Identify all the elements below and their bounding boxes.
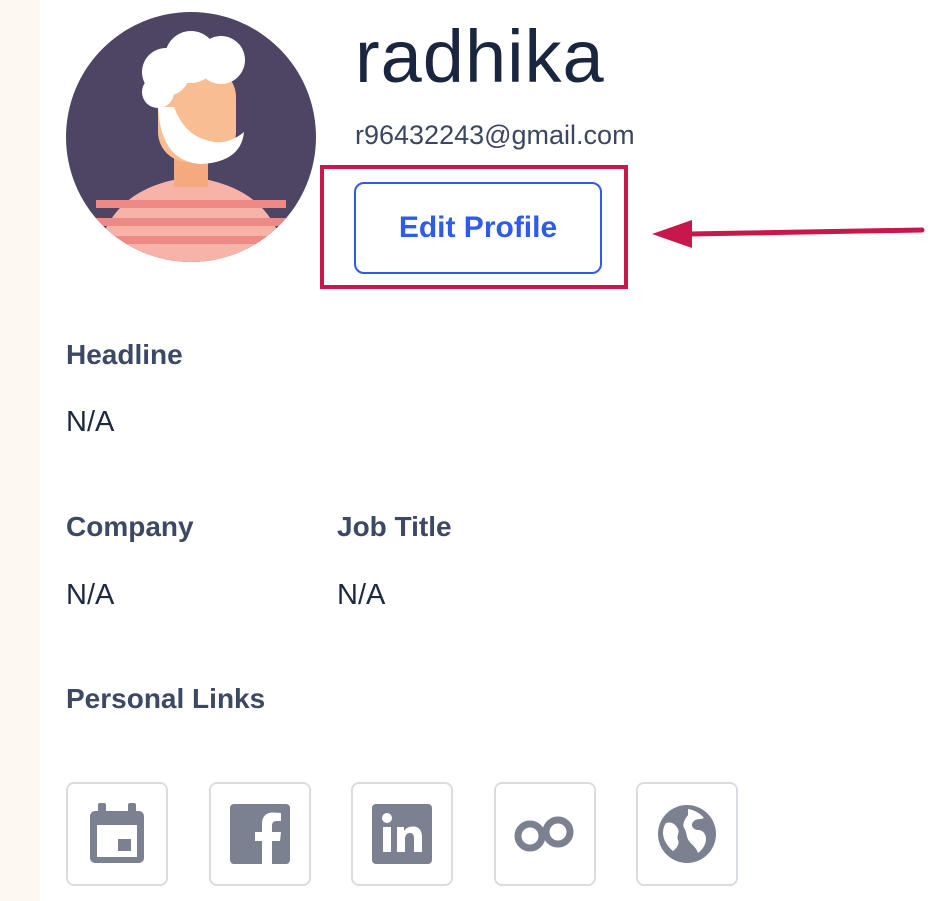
personal-links-label: Personal Links: [66, 683, 266, 714]
headline-label: Headline: [66, 339, 183, 370]
company-label: Company: [66, 511, 194, 542]
avatar: [66, 12, 316, 262]
linkedin-link-button[interactable]: [351, 782, 453, 886]
profile-email: r96432243@gmail.com: [355, 120, 635, 150]
company-value: N/A: [66, 579, 115, 611]
headline-value: N/A: [66, 406, 115, 438]
globe-icon: [658, 805, 716, 863]
edit-profile-button[interactable]: Edit Profile: [354, 182, 602, 274]
annotation-arrow-icon: [652, 220, 925, 248]
profile-name: radhika: [355, 15, 605, 98]
job-title-label: Job Title: [337, 511, 452, 542]
facebook-link-button[interactable]: [209, 782, 311, 886]
calendar-icon: [90, 803, 144, 863]
infinity-link-icon: [514, 816, 574, 852]
job-title-value: N/A: [337, 579, 386, 611]
linkedin-icon: [372, 804, 432, 864]
calendar-link-button[interactable]: [66, 782, 168, 886]
facebook-icon: [230, 804, 290, 864]
infinity-link-button[interactable]: [494, 782, 596, 886]
website-link-button[interactable]: [636, 782, 738, 886]
